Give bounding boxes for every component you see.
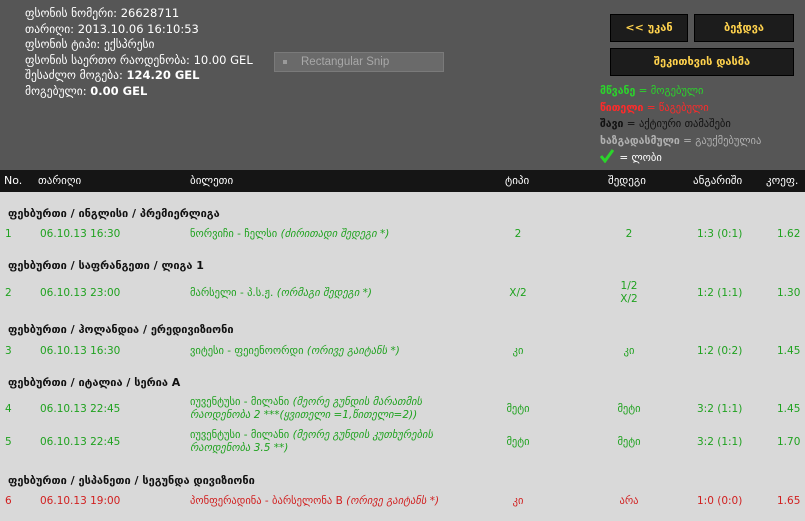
col-ticket: ბილეთი [190,174,234,187]
legend-gray-text: = გაუქმებულია [679,134,762,147]
group-title: ფეხბურთი / საფრანგეთი / ლიგა 1 [8,259,204,272]
row-event: პონფერადინა - ბარსელონა B (ორივე გაიტანს… [190,495,439,507]
legend-red-text: = წაგებული [643,101,709,114]
row-no: 5 [5,436,12,448]
legend-black-word: შავი [600,118,624,130]
back-button[interactable]: << უკან [610,14,688,42]
group-title: ფეხბურთი / ესპანეთი / სეგუნდა დივიზიონი [8,474,255,487]
slip-info: ფსონის ნომერი: 26628711 თარიღი: 2013.10.… [25,6,253,99]
event-note: (ძირითადი შედეგი *) [280,228,390,240]
row-no: 1 [5,228,12,240]
row-result: არა [619,495,639,507]
slip-total-value: 10.00 GEL [193,52,253,67]
col-type: ტიპი [505,174,530,187]
event-note: (ორივე გაიტანს *) [346,495,440,507]
slip-header: ფსონის ნომერი: 26628711 თარიღი: 2013.10.… [0,0,805,170]
row-type: 2 [514,228,522,240]
snip-label: Rectangular Snip [301,56,390,68]
event-name: პონფერადინა - ბარსელონა B [190,495,343,507]
event-name: იუვენტუსი - მილანი [190,429,290,441]
group-title: ფეხბურთი / ინგლისი / პრემიერლიგა [8,207,220,220]
row-odds: 1.70 [777,436,801,448]
row-result: მეტი [617,403,641,415]
event-name: მარსელი - პ.ს.ჟ. [190,287,274,299]
slip-won-label: მოგებული: [25,83,87,98]
row-no: 6 [5,495,12,507]
status-legend: მწვანე = მოგებული წითელი = წაგებული შავი… [599,83,762,169]
row-no: 2 [5,287,12,299]
slip-date-label: თარიღი: [25,21,75,36]
row-result: კი [623,345,635,357]
group-title: ფეხბურთი / ჰოლანდია / ერედივიზიონი [8,323,234,336]
row-score: 1:2 (1:1) [697,287,743,299]
row-event: იუვენტუსი - მილანი (მეორე გუნდის კუთხურე… [190,429,450,455]
row-no: 3 [5,345,12,357]
row-event: ნორვიჩი - ჩელსი (ძირითადი შედეგი *) [190,228,389,240]
row-result: მეტი [617,436,641,448]
row-result: 1/2 X/2 [620,280,638,305]
event-note: (ორივე გაიტანს *) [306,345,400,357]
row-date: 06.10.13 16:30 [40,345,121,357]
checkmark-icon [599,149,616,169]
group-title: ფეხბურთი / იტალია / სერია A [8,376,181,389]
row-date: 06.10.13 22:45 [40,403,121,415]
slip-type-value: ექსპრესი [103,37,155,51]
row-event: მარსელი - პ.ს.ჟ. (ორმაგი შედეგი *) [190,287,372,299]
row-event: ვიტესი - ფეიენოორდი (ორივე გაიტანს *) [190,345,400,357]
row-date: 06.10.13 19:00 [40,495,121,507]
row-score: 1:0 (0:0) [697,495,743,507]
print-button[interactable]: ბეჭდვა [694,14,794,42]
row-date: 06.10.13 23:00 [40,287,121,299]
legend-red-word: წითელი [600,101,644,114]
legend-green-word: მწვანე [600,85,636,97]
row-event: იუვენტუსი - მილანი (მეორე გუნდის მარათმი… [190,396,450,422]
row-type: X/2 [509,287,527,299]
legend-green-text: = მოგებული [635,85,704,97]
row-result: 2 [625,228,633,240]
legend-check-text: = ლობი [616,152,662,164]
col-result: შედეგი [608,174,646,187]
row-odds: 1.62 [777,228,801,240]
slip-possible-label: შესაძლო მოგება: [25,68,123,82]
row-odds: 1.30 [777,287,801,299]
table-header: No. თარიღი ბილეთი ტიპი შედეგი ანგარიში კ… [0,170,805,192]
event-name: იუვენტუსი - მილანი [190,396,290,408]
row-score: 3:2 (1:1) [697,436,743,448]
row-odds: 1.45 [777,345,801,357]
row-type: მეტი [506,436,530,448]
row-type: მეტი [506,403,530,415]
row-odds: 1.45 [777,403,801,415]
event-name: ვიტესი - ფეიენოორდი [190,345,304,357]
row-date: 06.10.13 16:30 [40,228,121,240]
row-date: 06.10.13 22:45 [40,436,121,448]
slip-possible-value: 124.20 GEL [126,68,200,82]
slip-date-value: 2013.10.06 16:10:53 [77,21,199,36]
slip-total-label: ფსონის საერთო რაოდენობა: [25,52,190,67]
slip-type-label: ფსონის ტიპი: [25,37,101,51]
col-odds: კოეფ. [766,174,799,187]
legend-gray-word: ხაზგადასმული [600,134,680,147]
row-score: 1:3 (0:1) [697,228,743,240]
row-odds: 1.65 [777,495,801,507]
row-score: 3:2 (1:1) [697,403,743,415]
slip-won-value: 0.00 GEL [90,83,148,98]
snip-handle-icon [283,59,287,64]
row-no: 4 [5,403,12,415]
col-no: No. [4,174,23,187]
col-date: თარიღი [38,174,82,187]
legend-black-text: = აქტიური თამაშები [623,118,731,130]
slip-number-value: 26628711 [120,6,180,20]
slip-number-label: ფსონის ნომერი: [25,6,118,20]
event-note: (ორმაგი შედეგი *) [276,287,372,299]
row-type: კი [512,345,524,357]
event-name: ნორვიჩი - ჩელსი [190,228,278,240]
row-score: 1:2 (0:2) [697,345,743,357]
col-score: ანგარიში [693,174,743,187]
row-type: კი [512,495,524,507]
rectangular-snip-widget[interactable]: Rectangular Snip [274,52,444,72]
ask-question-button[interactable]: შეკითხვის დასმა [610,48,794,76]
